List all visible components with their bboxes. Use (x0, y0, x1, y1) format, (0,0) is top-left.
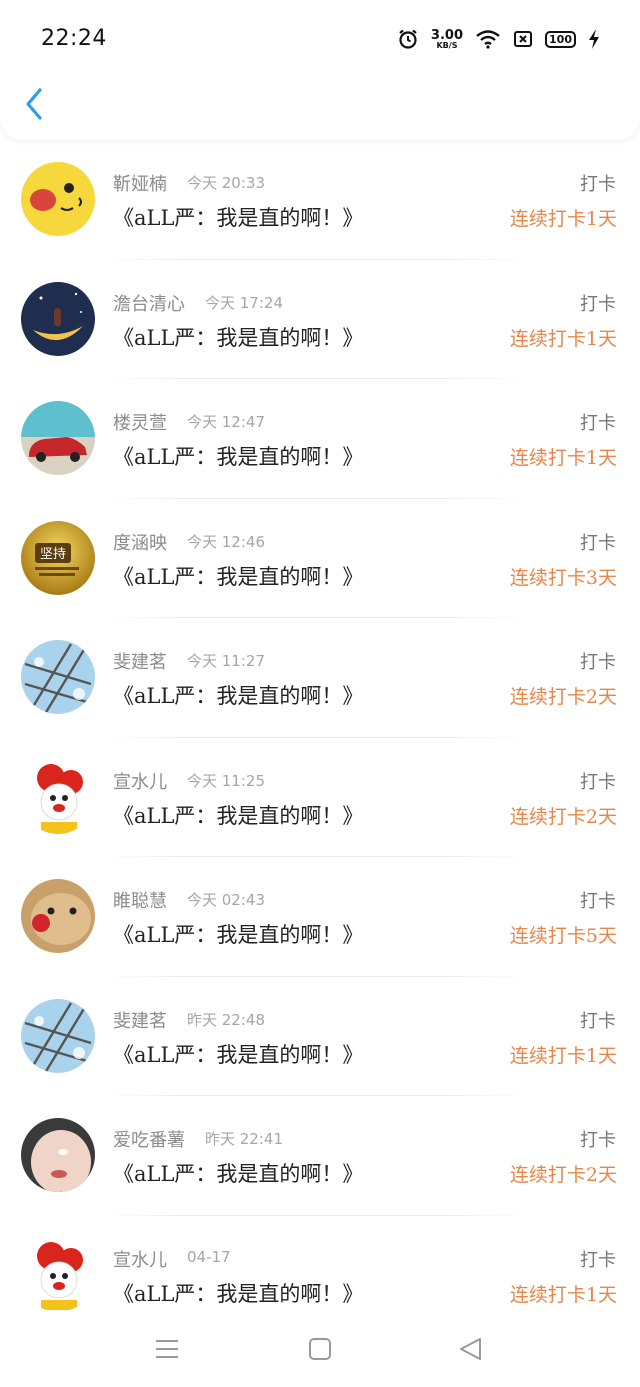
streak-label: 连续打卡1天 (509, 1283, 617, 1306)
net-speed-value: 3.00 (430, 27, 463, 43)
avatar[interactable]: 坚持 (21, 520, 95, 595)
book-title: 《aLL严：我是直的啊！》 (113, 1281, 364, 1306)
list-item[interactable]: 斐建茗 昨天 22:48 《aLL严：我是直的啊！》 打卡 连续打卡1天 (0, 977, 640, 1096)
book-title: 《aLL严：我是直的啊！》 (113, 1042, 364, 1067)
book-title: 《aLL严：我是直的啊！》 (113, 445, 364, 469)
avatar[interactable] (21, 1237, 95, 1312)
streak-label: 连续打卡3天 (509, 566, 617, 589)
sim-off-icon (514, 31, 532, 47)
avatar[interactable] (21, 998, 95, 1073)
avatar[interactable] (21, 401, 95, 475)
book-title: 《aLL严：我是直的啊！》 (113, 564, 364, 589)
list-item[interactable]: 澹台清心 今天 17:24 《aLL严：我是直的啊！》 打卡 连续打卡1天 (0, 260, 640, 379)
avatar[interactable] (21, 162, 95, 236)
checkin-time: 今天 12:47 (187, 413, 265, 431)
user-name: 靳娅楠 (113, 174, 167, 195)
streak-label: 连续打卡1天 (509, 327, 617, 350)
avatar[interactable] (21, 759, 95, 834)
avatar[interactable] (21, 281, 95, 356)
user-name: 斐建茗 (113, 652, 167, 673)
checkin-label[interactable]: 打卡 (580, 887, 616, 913)
user-name: 爱吃番薯 (113, 1130, 185, 1151)
checkin-time: 昨天 22:41 (205, 1130, 283, 1148)
top-header: 22:24 3.00 KB/S 100 (0, 0, 640, 140)
avatar[interactable] (21, 640, 95, 714)
streak-label: 连续打卡5天 (509, 925, 617, 947)
checkin-label[interactable]: 打卡 (580, 290, 616, 316)
list-item[interactable]: 楼灵萱 今天 12:47 《aLL严：我是直的啊！》 打卡 连续打卡1天 (0, 379, 640, 499)
checkin-time: 今天 02:43 (187, 891, 265, 909)
battery-icon: 100 (545, 30, 576, 48)
checkin-label[interactable]: 打卡 (580, 409, 616, 435)
user-name: 度涵映 (113, 532, 167, 554)
chevron-left-icon[interactable] (22, 86, 46, 122)
checkin-label[interactable]: 打卡 (580, 1126, 616, 1152)
home-icon[interactable] (305, 1334, 335, 1364)
wifi-icon (476, 30, 500, 49)
book-title: 《aLL严：我是直的啊！》 (113, 803, 364, 828)
checkin-time: 今天 11:25 (187, 771, 265, 790)
checkin-label[interactable]: 打卡 (580, 648, 616, 674)
checkin-label[interactable]: 打卡 (580, 170, 616, 196)
list-item[interactable]: 斐建茗 今天 11:27 《aLL严：我是直的啊！》 打卡 连续打卡2天 (0, 618, 640, 738)
book-title: 《aLL严：我是直的啊！》 (113, 325, 364, 350)
alarm-icon (399, 29, 417, 49)
user-name: 宣水儿 (113, 1249, 167, 1271)
checkin-time: 今天 20:33 (187, 174, 265, 192)
list-item[interactable]: 爱吃番薯 昨天 22:41 《aLL严：我是直的啊！》 打卡 连续打卡2天 (0, 1096, 640, 1216)
checkin-time: 今天 12:46 (187, 532, 265, 551)
book-title: 《aLL严：我是直的啊！》 (113, 1162, 364, 1186)
system-nav-bar (0, 1310, 640, 1387)
list-item[interactable]: 睢聪慧 今天 02:43 《aLL严：我是直的啊！》 打卡 连续打卡5天 (0, 857, 640, 977)
checkin-time: 04-17 (187, 1247, 231, 1266)
streak-label: 连续打卡1天 (509, 1044, 617, 1067)
menu-icon[interactable] (152, 1334, 182, 1364)
streak-label: 连续打卡2天 (509, 686, 617, 708)
user-name: 睢聪慧 (113, 891, 167, 912)
checkin-list: 靳娅楠 今天 20:33 《aLL严：我是直的啊！》 打卡 连续打卡1天 澹台清… (0, 140, 640, 1335)
streak-label: 连续打卡2天 (509, 1164, 617, 1186)
user-name: 宣水儿 (113, 771, 167, 793)
streak-label: 连续打卡1天 (509, 208, 617, 230)
net-speed-unit: KB/S (436, 40, 458, 50)
checkin-time: 昨天 22:48 (187, 1010, 265, 1029)
checkin-time: 今天 17:24 (205, 293, 283, 312)
user-name: 楼灵萱 (113, 413, 167, 434)
status-time: 22:24 (41, 26, 107, 51)
user-name: 澹台清心 (113, 293, 185, 315)
list-item[interactable]: 坚持 度涵映 今天 12:46 《aLL严：我是直的啊！》 打卡 连续打卡3天 (0, 499, 640, 618)
checkin-label[interactable]: 打卡 (580, 768, 616, 794)
user-name: 斐建茗 (113, 1010, 167, 1032)
checkin-label[interactable]: 打卡 (580, 1246, 616, 1272)
book-title: 《aLL严：我是直的啊！》 (113, 923, 364, 947)
checkin-label[interactable]: 打卡 (580, 529, 616, 555)
book-title: 《aLL严：我是直的啊！》 (113, 206, 364, 230)
avatar[interactable] (21, 1118, 95, 1192)
streak-label: 连续打卡1天 (509, 447, 617, 469)
net-speed: 3.00 KB/S (431, 29, 463, 50)
back-triangle-icon[interactable] (456, 1334, 486, 1364)
battery-level: 100 (549, 32, 572, 46)
list-item[interactable]: 宣水儿 今天 11:25 《aLL严：我是直的啊！》 打卡 连续打卡2天 (0, 738, 640, 857)
checkin-label[interactable]: 打卡 (580, 1007, 616, 1033)
charging-icon (589, 29, 599, 49)
avatar[interactable] (21, 879, 95, 953)
streak-label: 连续打卡2天 (509, 805, 617, 828)
avatar-badge-text: 坚持 (40, 547, 66, 562)
list-item[interactable]: 靳娅楠 今天 20:33 《aLL严：我是直的啊！》 打卡 连续打卡1天 (0, 140, 640, 260)
checkin-time: 今天 11:27 (187, 652, 265, 670)
book-title: 《aLL严：我是直的啊！》 (113, 684, 364, 708)
status-icons: 3.00 KB/S 100 (397, 26, 600, 52)
